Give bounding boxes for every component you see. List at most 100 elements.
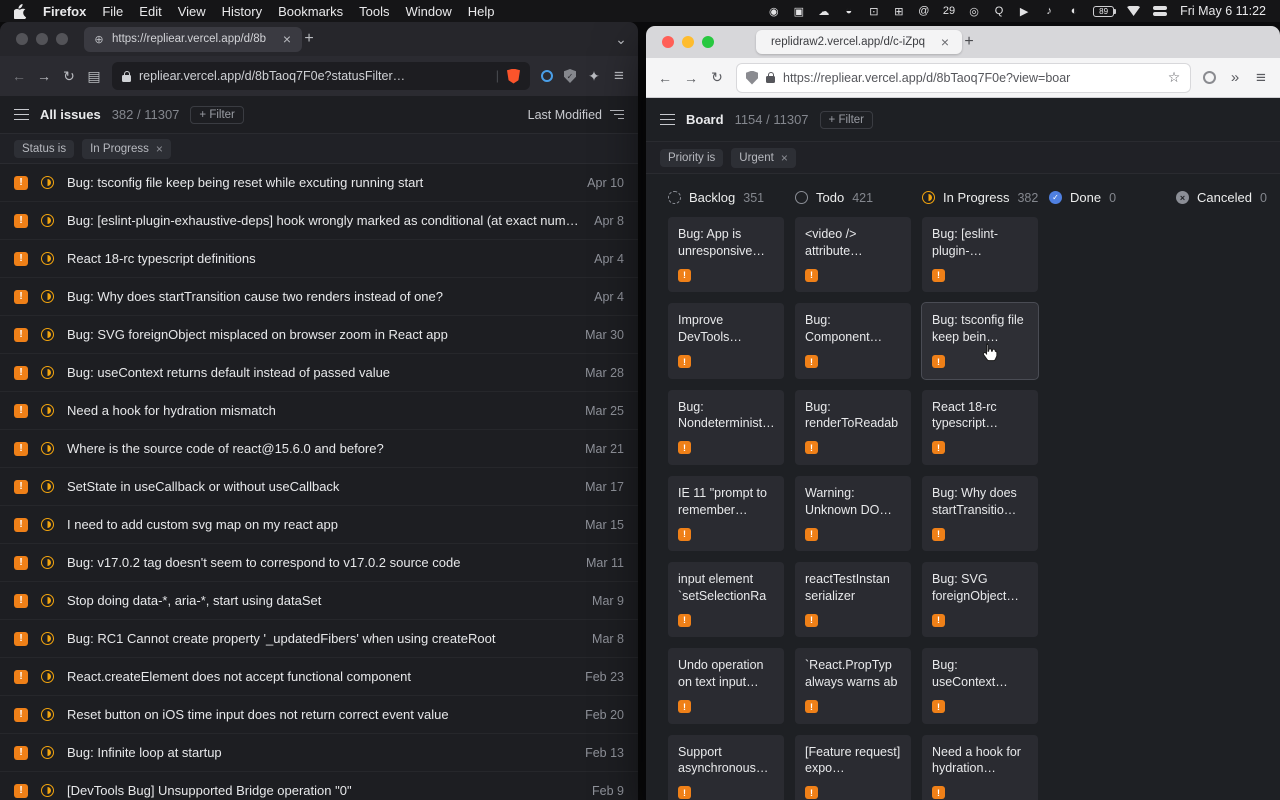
reader-icon[interactable]	[541, 70, 553, 82]
volume-icon[interactable]: ♪	[1043, 4, 1055, 18]
status-in-progress-icon[interactable]	[41, 556, 54, 569]
close-window-button[interactable]	[16, 33, 28, 45]
add-filter-button[interactable]: + Filter	[820, 111, 873, 129]
zoom-window-button[interactable]	[702, 36, 714, 48]
status-in-progress-icon[interactable]	[41, 366, 54, 379]
play-icon[interactable]: ▶	[1018, 4, 1030, 18]
remove-filter-icon[interactable]	[156, 142, 163, 156]
status-in-progress-icon[interactable]	[41, 404, 54, 417]
issue-row[interactable]: Need a hook for hydration mismatch Mar 2…	[0, 392, 638, 430]
screen-record-icon[interactable]: ◉	[768, 4, 780, 18]
issue-row[interactable]: I need to add custom svg map on my react…	[0, 506, 638, 544]
new-tab-icon[interactable]	[302, 30, 316, 48]
minimize-window-button[interactable]	[682, 36, 694, 48]
board-card[interactable]: Need a hook for hydration…	[922, 735, 1038, 800]
browser-tab[interactable]: replidraw2.vercel.app/d/c-iZpq	[756, 30, 962, 54]
status-in-progress-icon[interactable]	[41, 290, 54, 303]
board-card[interactable]: Bug: SVG foreignObject…	[922, 562, 1038, 637]
star-icon[interactable]	[1167, 69, 1181, 86]
back-icon[interactable]	[12, 68, 26, 84]
controller-icon[interactable]: ◎	[968, 4, 980, 18]
sidebar-toggle-icon[interactable]	[660, 114, 675, 126]
status-in-progress-icon[interactable]	[41, 480, 54, 493]
battery-icon[interactable]: 89	[1093, 6, 1114, 17]
board-card[interactable]: IE 11 "prompt to remember…	[668, 476, 784, 551]
status-in-progress-icon[interactable]	[41, 214, 54, 227]
tab-overview-icon[interactable]	[614, 31, 628, 48]
docker-icon[interactable]: ⊡	[868, 4, 880, 18]
issue-row[interactable]: Bug: SVG foreignObject misplaced on brow…	[0, 316, 638, 354]
board-card[interactable]: <video /> attribute…	[795, 217, 911, 292]
filter-value-chip[interactable]: In Progress	[82, 139, 171, 159]
board-card[interactable]: Undo operation on text input…	[668, 648, 784, 723]
board-card[interactable]: `React.PropTyp always warns ab	[795, 648, 911, 723]
assistant-icon[interactable]: ◐	[1068, 4, 1080, 18]
chevrons-icon[interactable]	[1228, 69, 1242, 86]
menubar-menu[interactable]: Window	[406, 4, 452, 19]
issue-row[interactable]: Bug: Infinite loop at startup Feb 13	[0, 734, 638, 772]
board-card[interactable]: Bug: tsconfig file keep bein…	[922, 303, 1038, 378]
apple-menu-icon[interactable]	[14, 4, 27, 19]
issue-row[interactable]: Where is the source code of react@15.6.0…	[0, 430, 638, 468]
url-bar[interactable]: repliear.vercel.app/d/8bTaoq7F0e?statusF…	[112, 62, 530, 90]
brave-shield-icon[interactable]	[507, 69, 520, 84]
date-badge-icon[interactable]: 29	[943, 4, 955, 18]
board-card[interactable]: [Feature request] expo…	[795, 735, 911, 800]
forward-icon[interactable]	[37, 68, 51, 84]
filter-field-chip[interactable]: Priority is	[660, 149, 723, 167]
board-card[interactable]: Warning: Unknown DO…	[795, 476, 911, 551]
leo-ai-icon[interactable]	[587, 68, 601, 85]
status-in-progress-icon[interactable]	[41, 252, 54, 265]
status-in-progress-icon[interactable]	[41, 632, 54, 645]
bookmarks-icon[interactable]	[87, 68, 101, 85]
permissions-icon[interactable]	[1203, 71, 1216, 84]
board-card[interactable]: Support asynchronous…	[668, 735, 784, 800]
tab-close-icon[interactable]	[280, 31, 294, 47]
menubar-app-name[interactable]: Firefox	[43, 4, 86, 19]
board-card[interactable]: Bug: [eslint-plugin-…	[922, 217, 1038, 292]
board-card[interactable]: Improve DevTools…	[668, 303, 784, 378]
status-in-progress-icon[interactable]	[41, 518, 54, 531]
sidebar-toggle-icon[interactable]	[14, 109, 29, 121]
tab-close-icon[interactable]	[938, 34, 952, 50]
q-app-icon[interactable]: Q	[993, 4, 1005, 18]
issue-row[interactable]: Bug: [eslint-plugin-exhaustive-deps] hoo…	[0, 202, 638, 240]
board-card[interactable]: reactTestInstan serializer	[795, 562, 911, 637]
url-bar[interactable]: https://repliear.vercel.app/d/8bTaoq7F0e…	[736, 63, 1191, 93]
issue-row[interactable]: Bug: v17.0.2 tag doesn't seem to corresp…	[0, 544, 638, 582]
minimize-window-button[interactable]	[36, 33, 48, 45]
status-in-progress-icon[interactable]	[41, 670, 54, 683]
display-icon[interactable]: ▣	[793, 4, 805, 18]
issue-row[interactable]: Reset button on iOS time input does not …	[0, 696, 638, 734]
status-in-progress-icon[interactable]	[41, 746, 54, 759]
reload-icon[interactable]	[62, 68, 76, 85]
status-in-progress-icon[interactable]	[41, 328, 54, 341]
new-tab-icon[interactable]	[962, 33, 976, 51]
mention-icon[interactable]: @	[918, 4, 930, 18]
zoom-window-button[interactable]	[56, 33, 68, 45]
issue-row[interactable]: [DevTools Bug] Unsupported Bridge operat…	[0, 772, 638, 800]
issue-row[interactable]: Stop doing data-*, aria-*, start using d…	[0, 582, 638, 620]
beverage-icon[interactable]: ◒	[843, 4, 855, 18]
menubar-menu[interactable]: Edit	[139, 4, 161, 19]
menubar-menu[interactable]: File	[102, 4, 123, 19]
window-controls[interactable]	[662, 36, 714, 48]
board-card[interactable]: Bug: Why does startTransitio…	[922, 476, 1038, 551]
menubar-menu[interactable]: Tools	[359, 4, 389, 19]
board-card[interactable]: Bug: Nondeterminist…	[668, 390, 784, 465]
tracking-protection-icon[interactable]	[746, 71, 758, 85]
menubar-menu[interactable]: Bookmarks	[278, 4, 343, 19]
issue-row[interactable]: React.createElement does not accept func…	[0, 658, 638, 696]
control-center-icon[interactable]	[1153, 6, 1167, 16]
remove-filter-icon[interactable]	[781, 151, 788, 165]
window-controls[interactable]	[16, 33, 68, 45]
close-window-button[interactable]	[662, 36, 674, 48]
issue-row[interactable]: Bug: Why does startTransition cause two …	[0, 278, 638, 316]
reload-icon[interactable]	[710, 69, 724, 86]
shield-check-icon[interactable]	[564, 69, 576, 83]
sort-control[interactable]: Last Modified	[528, 108, 624, 122]
board-card[interactable]: Bug: Component…	[795, 303, 911, 378]
cloud-icon[interactable]: ☁	[818, 4, 830, 18]
menubar-clock[interactable]: Fri May 6 11:22	[1180, 4, 1266, 18]
board-card[interactable]: Bug: App is unresponsive…	[668, 217, 784, 292]
